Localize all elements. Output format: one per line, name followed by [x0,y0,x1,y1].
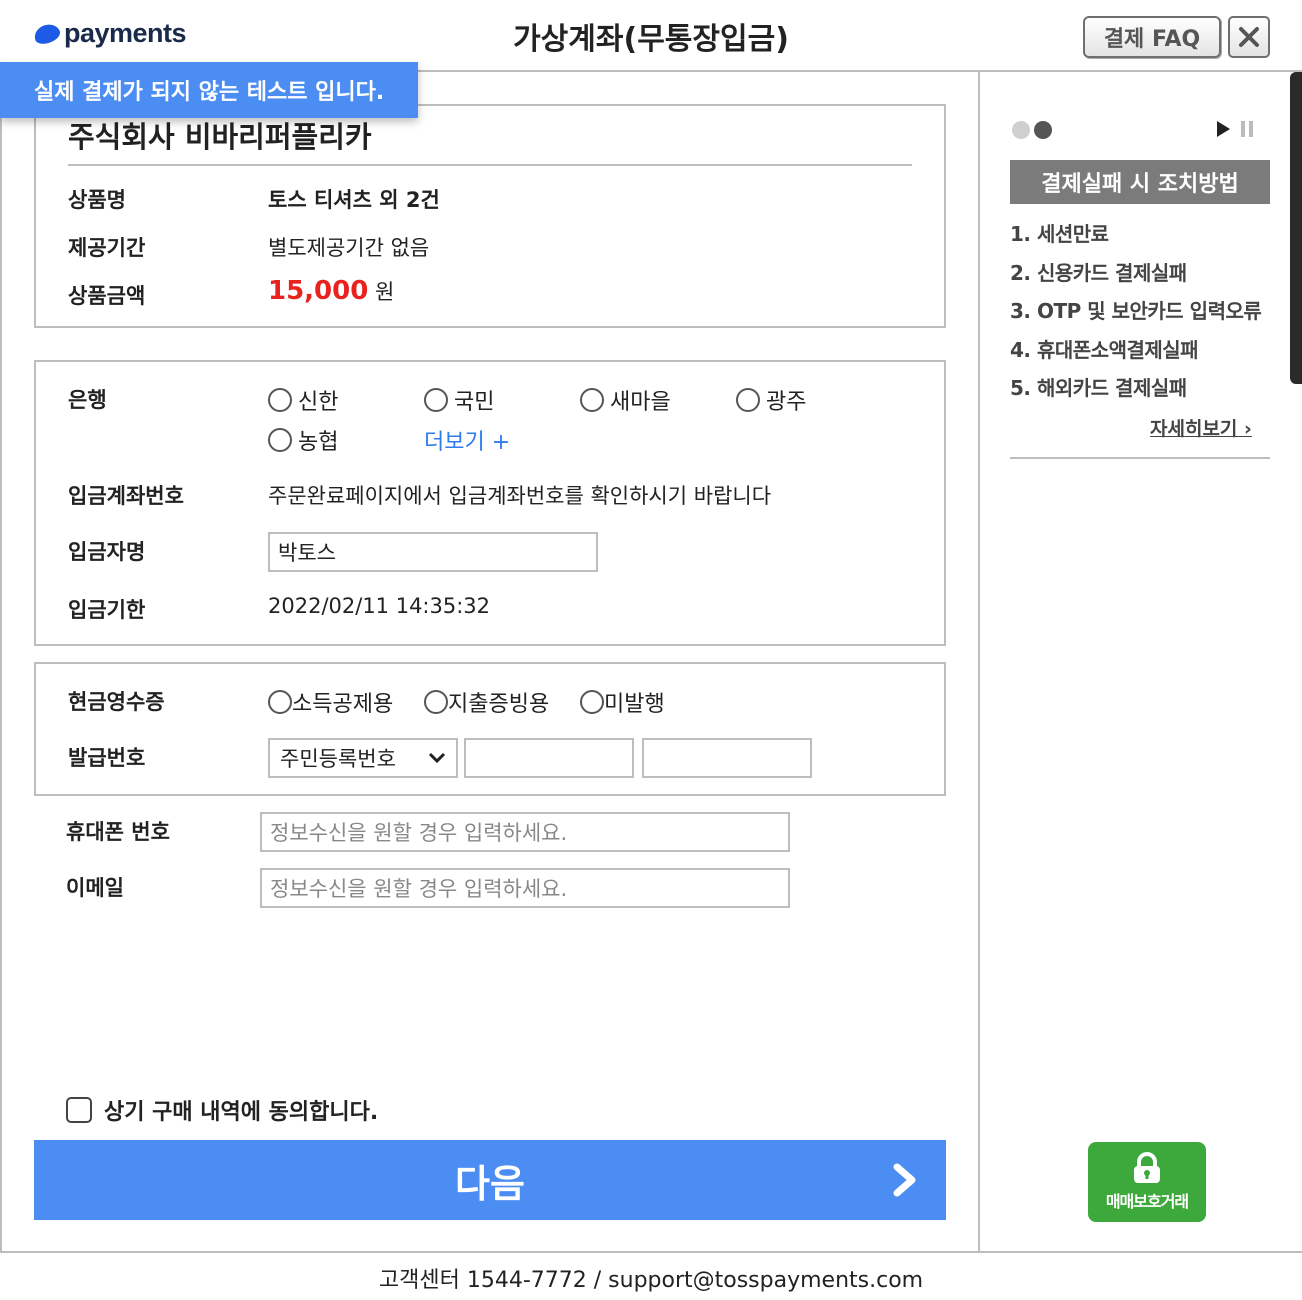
receipt-label: 현금영수증 [68,690,165,714]
details-link[interactable]: 자세히보기 › [1150,414,1252,441]
depositor-input[interactable]: 박토스 [268,532,598,572]
cash-receipt-section: 현금영수증 소득공제용 지출증빙용 미발행 발급번호 주민등록번호 [34,662,946,796]
scrollbar[interactable] [1290,72,1302,384]
radio-circle [736,388,760,412]
order-summary: 주식회사 비바리퍼플리카 상품명 토스 티셔츠 외 2건 제공기간 별도제공기간… [34,104,946,328]
merchant-divider [68,164,912,166]
payment-failure-title: 결제실패 시 조치방법 [1010,160,1270,204]
failure-guide-list: 1. 세션만료 2. 신용카드 결제실패 3. OTP 및 보안카드 입력오류 … [1010,218,1262,411]
radio-circle [268,428,292,452]
failure-guide-item[interactable]: 3. OTP 및 보안카드 입력오류 [1010,295,1262,334]
phone-label: 휴대폰 번호 [66,820,170,844]
carousel-controls [1215,119,1257,139]
bank-option-gwangju[interactable]: 광주 [736,384,806,416]
logo-mark-icon [31,20,63,47]
logo: payments [31,18,187,49]
issue-type-select[interactable]: 주민등록번호 [268,738,458,778]
issue-number-label: 발급번호 [68,746,146,770]
period-value: 별도제공기간 없음 [268,236,430,260]
failure-guide-item[interactable]: 5. 해외카드 결제실패 [1010,372,1261,411]
product-label: 상품명 [68,188,126,212]
radio-label: 새마을 [610,390,671,415]
play-icon[interactable] [1215,119,1231,139]
radio-circle [268,388,292,412]
phone-input[interactable]: 정보수신을 원할 경우 입력하세요. [260,812,790,852]
sidebar-divider [978,72,980,1252]
receipt-option-expense[interactable]: 지출증빙용 [424,686,549,718]
bank-option-nonghyup[interactable]: 농협 [268,424,338,456]
bank-label: 은행 [68,388,107,412]
merchant-name: 주식회사 비바리퍼플리카 [68,120,372,154]
deadline-value: 2022/02/11 14:35:32 [268,594,491,618]
amount-label: 상품금액 [68,284,146,308]
test-mode-banner: 실제 결제가 되지 않는 테스트 입니다. [0,62,418,118]
issue-number-input-1[interactable] [464,738,634,778]
radio-label: 광주 [766,390,807,415]
carousel-dot[interactable] [1012,121,1030,139]
faq-button[interactable]: 결제 FAQ [1083,16,1221,58]
bank-option-shinhan[interactable]: 신한 [268,384,338,416]
escrow-label: 매매보호거래 [1105,1192,1189,1211]
radio-label: 농협 [298,430,339,455]
radio-circle [268,690,292,714]
more-banks-link[interactable]: 더보기 + [424,424,510,456]
footer-contact: 고객센터 1544-7772 / support@tosspayments.co… [378,1268,924,1293]
footer-divider [0,1251,1302,1253]
failure-guide-item[interactable]: 1. 세션만료 [1010,218,1261,257]
amount-unit: 원 [375,280,395,304]
failure-guide-item[interactable]: 2. 신용카드 결제실패 [1010,257,1261,296]
agree-label: 상기 구매 내역에 동의합니다. [104,1100,379,1125]
lock-icon [1134,1152,1160,1183]
next-button[interactable]: 다음 [34,1140,946,1220]
escrow-badge[interactable]: 매매보호거래 [1088,1142,1206,1222]
chevron-down-icon [428,752,446,764]
radio-label: 국민 [454,390,495,415]
left-border [0,72,2,1252]
agree-checkbox-row[interactable]: 상기 구매 내역에 동의합니다. [66,1094,378,1126]
radio-label: 지출증빙용 [448,692,550,717]
chevron-right-icon [893,1163,916,1197]
carousel-dots [1012,121,1056,139]
sidebar-divider-line [1010,457,1270,459]
receipt-option-none[interactable]: 미발행 [580,686,665,718]
bank-option-kookmin[interactable]: 국민 [424,384,494,416]
email-input[interactable]: 정보수신을 원할 경우 입력하세요. [260,868,790,908]
close-button[interactable] [1228,16,1270,58]
radio-label: 신한 [298,390,339,415]
product-value: 토스 티셔츠 외 2건 [268,188,440,212]
amount-value: 15,000 [268,276,369,306]
radio-circle [424,388,448,412]
depositor-label: 입금자명 [68,540,146,564]
carousel-dot-active[interactable] [1034,121,1052,139]
pause-icon[interactable] [1237,119,1257,139]
bank-section: 은행 신한 국민 새마을 광주 농협 더보기 + 입금계좌번호 주문완료페이지에… [34,360,946,646]
radio-label: 미발행 [604,692,665,717]
radio-circle [424,690,448,714]
email-label: 이메일 [66,876,124,900]
issue-type-value: 주민등록번호 [280,747,396,771]
amount: 15,000 원 [268,276,394,306]
account-label: 입금계좌번호 [68,484,184,508]
next-label: 다음 [455,1161,525,1206]
receipt-option-income[interactable]: 소득공제용 [268,686,393,718]
radio-circle [580,388,604,412]
agree-checkbox[interactable] [66,1097,92,1123]
deadline-label: 입금기한 [68,598,146,622]
radio-label: 소득공제용 [292,692,394,717]
close-icon [1239,27,1259,47]
issue-number-input-2[interactable] [642,738,812,778]
radio-circle [580,690,604,714]
period-label: 제공기간 [68,236,146,260]
logo-text: payments [64,18,187,48]
bank-option-saemaeul[interactable]: 새마을 [580,384,671,416]
failure-guide-item[interactable]: 4. 휴대폰소액결제실패 [1010,334,1261,373]
account-value: 주문완료페이지에서 입금계좌번호를 확인하시기 바랍니다 [268,484,772,508]
